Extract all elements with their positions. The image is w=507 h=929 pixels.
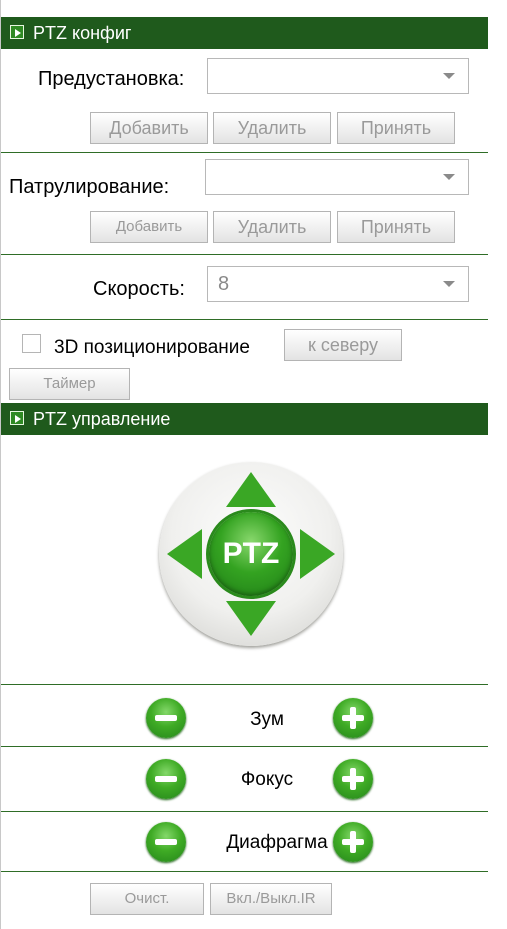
focus-out-button[interactable] — [146, 759, 186, 799]
plus-icon — [350, 707, 356, 729]
ptz-config-header[interactable]: PTZ конфиг — [1, 17, 488, 49]
plus-icon — [350, 831, 356, 853]
ptz-panel: PTZ конфиг Предустановка: Добавить Удали… — [0, 0, 488, 929]
ir-toggle-button[interactable]: Вкл./Выкл.IR — [210, 883, 332, 915]
patrol-delete-button[interactable]: Удалить — [213, 211, 331, 243]
minus-icon — [155, 839, 177, 845]
expand-icon — [10, 25, 24, 39]
divider — [1, 254, 488, 255]
clear-button[interactable]: Очист. — [90, 883, 204, 915]
3d-positioning-label: 3D позиционирование — [54, 337, 250, 358]
ptz-control-header[interactable]: PTZ управление — [1, 403, 488, 435]
preset-select[interactable] — [207, 58, 469, 94]
focus-label: Фокус — [240, 769, 294, 790]
3d-positioning-checkbox[interactable] — [22, 334, 41, 353]
patrol-apply-button[interactable]: Принять — [337, 211, 455, 243]
divider — [1, 684, 488, 685]
preset-apply-button[interactable]: Принять — [337, 112, 455, 144]
ptz-center-button[interactable]: PTZ — [209, 512, 293, 596]
plus-icon — [350, 768, 356, 790]
iris-open-button[interactable] — [333, 822, 373, 862]
iris-close-button[interactable] — [146, 822, 186, 862]
patrol-add-button[interactable]: Добавить — [90, 211, 208, 243]
timer-button[interactable]: Таймер — [9, 368, 130, 400]
zoom-out-button[interactable] — [146, 698, 186, 738]
chevron-down-icon — [443, 174, 455, 180]
chevron-down-icon — [443, 281, 455, 287]
preset-add-button[interactable]: Добавить — [90, 112, 208, 144]
ptz-joystick: PTZ — [159, 462, 343, 646]
speed-select[interactable]: 8 — [207, 266, 469, 302]
divider — [1, 319, 488, 320]
zoom-in-button[interactable] — [333, 698, 373, 738]
divider — [1, 746, 488, 747]
ptz-control-title: PTZ управление — [33, 409, 171, 429]
minus-icon — [155, 715, 177, 721]
preset-delete-button[interactable]: Удалить — [213, 112, 331, 144]
patrol-label: Патрулирование: — [9, 176, 170, 198]
arrow-left-icon[interactable] — [167, 529, 202, 579]
ptz-config-title: PTZ конфиг — [33, 23, 132, 43]
arrow-right-icon[interactable] — [300, 529, 335, 579]
minus-icon — [155, 776, 177, 782]
preset-label: Предустановка: — [38, 68, 185, 90]
divider — [1, 152, 488, 153]
speed-label: Скорость: — [93, 278, 185, 300]
divider — [1, 811, 488, 812]
chevron-down-icon — [443, 73, 455, 79]
iris-label: Диафрагма — [226, 832, 328, 853]
north-button[interactable]: к северу — [284, 329, 402, 361]
patrol-select[interactable] — [205, 159, 469, 195]
divider — [1, 871, 488, 872]
expand-icon — [10, 411, 24, 425]
arrow-up-icon[interactable] — [226, 472, 276, 507]
zoom-label: Зум — [250, 709, 284, 730]
arrow-down-icon[interactable] — [226, 601, 276, 636]
focus-in-button[interactable] — [333, 759, 373, 799]
